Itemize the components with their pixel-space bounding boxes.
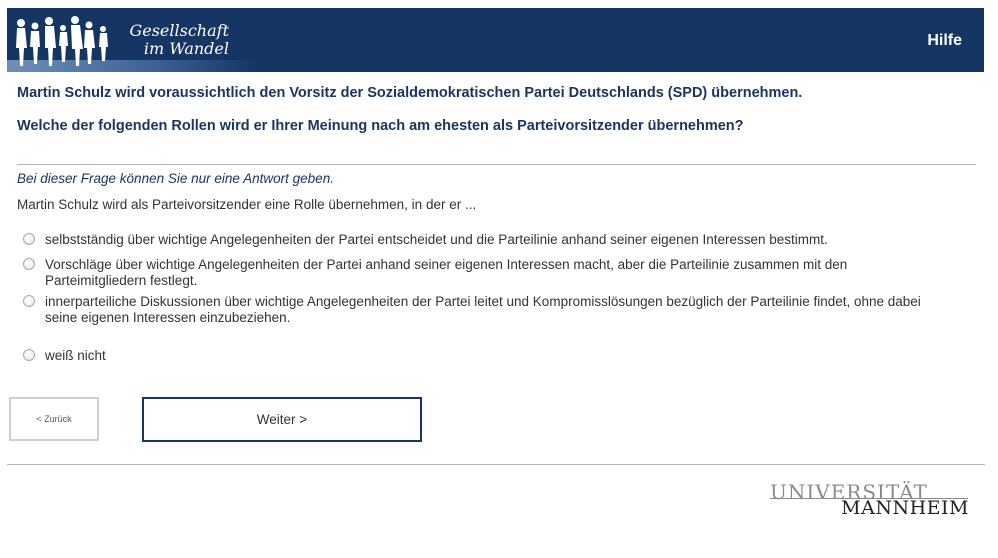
footer-divider — [7, 464, 985, 465]
option-label[interactable]: Vorschläge über wichtige Angelegenheiten… — [45, 257, 847, 273]
question-stem: Martin Schulz wird als Parteivorsitzende… — [17, 197, 477, 212]
back-button[interactable]: < Zurück — [9, 397, 99, 441]
help-link[interactable]: Hilfe — [927, 32, 962, 50]
logo-mannheim-text: MANNHEIM — [841, 497, 969, 519]
option-2[interactable]: Vorschläge über wichtige Angelegenheiten… — [20, 257, 847, 289]
logo-line1: Gesellschaft — [129, 21, 229, 40]
radio-button[interactable] — [23, 295, 35, 307]
question-text: Welche der folgenden Rollen wird er Ihre… — [17, 118, 744, 134]
radio-button[interactable] — [23, 258, 35, 270]
radio-button[interactable] — [23, 349, 35, 361]
question-intro: Martin Schulz wird voraussichtlich den V… — [17, 85, 803, 101]
option-1[interactable]: selbstständig über wichtige Angelegenhei… — [20, 232, 828, 248]
logo-line2: im Wandel — [143, 39, 229, 58]
university-mannheim-logo: UNIVERSITÄT MANNHEIM — [770, 480, 975, 520]
option-dont-know[interactable]: weiß nicht — [20, 348, 106, 364]
logo-text: Gesellschaft im Wandel — [117, 22, 229, 58]
option-3[interactable]: innerparteiliche Diskussionen über wicht… — [20, 294, 921, 326]
divider — [17, 164, 976, 165]
question-block: Martin Schulz wird voraussichtlich den V… — [17, 84, 977, 135]
gesellschaft-im-wandel-logo: Gesellschaft im Wandel — [7, 8, 257, 72]
next-button[interactable]: Weiter > — [142, 397, 422, 442]
answer-hint: Bei dieser Frage können Sie nur eine Ant… — [17, 171, 334, 186]
option-label[interactable]: weiß nicht — [45, 348, 106, 364]
option-label[interactable]: innerparteiliche Diskussionen über wicht… — [45, 294, 921, 310]
radio-button[interactable] — [23, 233, 35, 245]
header-banner: Gesellschaft im Wandel Hilfe — [7, 8, 984, 72]
option-label-continued[interactable]: Parteimitgliedern festlegt. — [45, 273, 847, 289]
option-label-continued[interactable]: seine eigenen Interessen einzubeziehen. — [45, 310, 921, 326]
people-silhouettes-icon — [16, 16, 108, 66]
option-label[interactable]: selbstständig über wichtige Angelegenhei… — [45, 232, 828, 248]
